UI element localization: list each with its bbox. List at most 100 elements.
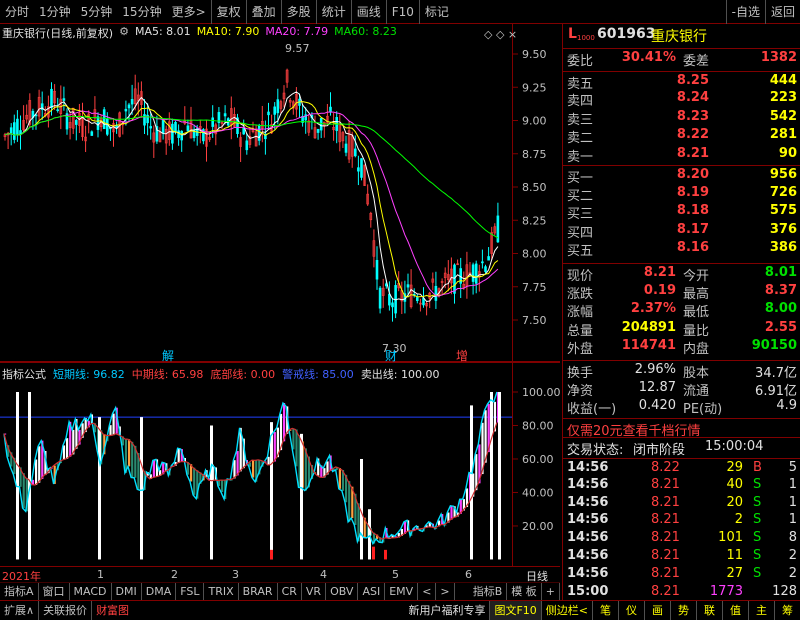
f10-button[interactable]: F10 [385,0,419,24]
candle-body [357,167,360,172]
stat-label: 涨跌 [567,286,594,302]
candle-body [344,143,348,153]
candle-body [388,293,391,306]
event-mark[interactable]: 增 [456,349,468,362]
price-tick-label: 8.25 [522,214,547,227]
stat-label: 涨幅 [567,305,594,321]
adjust-button[interactable]: 复权 [210,0,246,24]
indicator-name[interactable]: 指标公式 [2,366,46,382]
period-intraday-button[interactable]: 分时 [0,0,34,24]
stats-button[interactable]: 统计 [315,0,351,24]
indicator-tab[interactable]: ASI [358,583,386,600]
time-axis-month: 4 [320,568,327,581]
bottom-signal-bar [372,546,375,560]
indicator-chart[interactable]: 100.00 80.00 60.00 40.00 20.00 [0,362,560,566]
new-user-benefit-link[interactable]: 新用户福利专享 [404,601,489,620]
tick-time: 14:56 [567,548,609,563]
candle-body [16,118,19,135]
stock-name[interactable]: 重庆银行 [651,26,707,46]
short-line [3,391,498,546]
tick-time: 14:56 [567,530,609,546]
indicator-tab[interactable]: MACD [70,583,112,600]
indicator-tab[interactable]: FSL [176,583,205,600]
stock-code[interactable]: 601963 [597,26,655,42]
wealth-chart-button[interactable]: 财富图 [92,601,133,620]
sidebar-tool-button[interactable]: 主 [748,601,774,620]
sidebar-tool-button[interactable]: 仪 [618,601,644,620]
indicator-bar [252,460,255,478]
ask-volume: 444 [769,73,797,88]
indicator-tab[interactable]: DMI [112,583,142,600]
sidebar-tool-button[interactable]: 联 [696,601,722,620]
sidebar-tool-button[interactable]: 势 [670,601,696,620]
sidebar-tool-button[interactable]: 值 [722,601,748,620]
sidebar-tool-button[interactable]: 筹 [774,601,800,620]
event-mark[interactable]: 财 [385,349,397,362]
related-quote-button[interactable]: 关联报价 [39,601,93,620]
indicator-tab[interactable]: < [418,583,437,600]
stat-value: 8.01 [764,265,797,280]
tick-volume: 101 [718,530,743,546]
tick-price: 8.21 [651,494,680,510]
indicator-tab[interactable]: EMV [385,583,419,600]
indicator-tab[interactable]: TRIX [204,583,239,600]
back-button[interactable]: 返回 [764,0,800,24]
add-favorite-button[interactable]: -自选 [725,0,765,24]
time-axis: 2021年 1 2 3 4 5 6 日线 [0,566,560,583]
bid-volume: 956 [769,167,797,182]
bid-row: 买四 8.17 376 [563,221,800,241]
indicator-tab[interactable]: > [436,583,455,600]
candle-body [267,111,270,116]
indicator-tab[interactable]: VR [302,583,327,600]
tick-row: 15:00 8.21 1773 128 [563,583,800,602]
stat-value: 8.21 [643,265,676,280]
indicator-tab[interactable]: 模 板 [507,583,542,600]
time-axis-month: 2 [171,568,178,581]
indicator-tick-label: 80.00 [522,419,554,432]
indicator-tab[interactable]: 指标B [469,583,508,600]
sell-line-label: 卖出线: 100.00 [360,368,440,381]
indicator-tab[interactable]: BRAR [239,583,278,600]
overlay-button[interactable]: 叠加 [245,0,281,24]
tick-price: 8.22 [651,460,680,475]
stat-row: 现价 8.21 今开 8.01 [563,263,800,284]
indicator-tab[interactable]: + [542,583,560,600]
indicator-tab[interactable]: 窗口 [39,583,70,600]
indicator-tab[interactable]: DMA [142,583,177,600]
sidebar-toggle-button[interactable]: 侧边栏< [540,601,592,620]
sidebar-tool-button[interactable]: 画 [644,601,670,620]
stat2-row: 换手 2.96% 股本 34.7亿 [563,360,800,381]
event-mark[interactable]: 解 [162,349,174,362]
stat-value: 0.19 [643,282,676,298]
indicator-tab[interactable]: CR [278,583,302,600]
chart-settings-icon[interactable]: ⚙ [119,25,129,41]
f10-text-button[interactable]: 图文F10 [489,601,541,620]
tick-time: 14:56 [567,494,609,510]
sidebar-tool-button[interactable]: 笔 [592,601,618,620]
bid-label: 买三 [567,207,594,223]
chart-controls-icon[interactable]: ◇ ◇ × [484,28,517,41]
candle-body [127,104,131,109]
tick-price: 8.21 [651,476,680,492]
indicator-tab[interactable]: 指标A [0,583,39,600]
candle-body [319,117,323,131]
candlestick-chart[interactable]: 9.50 9.25 9.00 8.75 8.50 8.25 8.00 7.75 7.50 9.57… [0,24,560,362]
candle-body [56,109,60,112]
candle-body [177,130,180,138]
expand-button[interactable]: 扩展∧ [0,601,40,620]
draw-line-button[interactable]: 画线 [350,0,386,24]
stat-row: 涨幅 2.37% 最低 8.00 [563,300,800,321]
tick-direction: S [753,565,762,581]
period-15min-button[interactable]: 15分钟 [117,0,166,24]
stat-label: 最低 [683,305,710,321]
period-1min-button[interactable]: 1分钟 [34,0,76,24]
period-5min-button[interactable]: 5分钟 [76,0,118,24]
tick-row: 14:56 8.21 27 S 2 [563,565,800,584]
period-more-button[interactable]: 更多> [167,0,211,24]
mark-button[interactable]: 标记 [418,0,454,24]
stat-label: 最高 [683,286,710,302]
indicator-tab[interactable]: OBV [326,583,359,600]
multi-stock-button[interactable]: 多股 [280,0,316,24]
ask-row: 卖四 8.24 223 [563,89,800,109]
candle-body [50,88,53,108]
